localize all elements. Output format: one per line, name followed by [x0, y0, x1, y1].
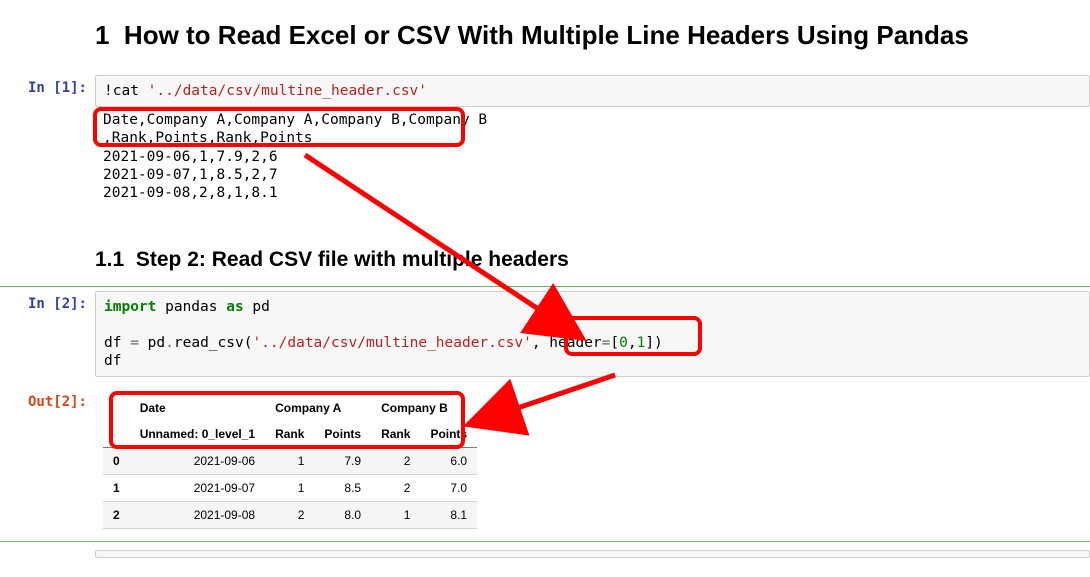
subtitle-number: 1.1: [95, 248, 124, 271]
empty-code-cell[interactable]: [95, 550, 1090, 558]
next-code-cell: [0, 550, 1090, 560]
markdown-cell-title: 1 How to Read Excel or CSV With Multiple…: [0, 0, 1090, 75]
output-cell-2: Out[2]: Date Company A Company B: [0, 389, 1090, 539]
output-cell-1: Date,Company A,Company A,Company B,Compa…: [0, 107, 1090, 206]
code-input-2[interactable]: import pandas as pd df = pd.read_csv('..…: [95, 291, 1090, 378]
subtitle-text: Step 2: Read CSV file with multiple head…: [136, 248, 569, 271]
section-subtitle: 1.1 Step 2: Read CSV file with multiple …: [95, 248, 1090, 272]
code-cell-1: In [1]: !cat '../data/csv/multine_header…: [0, 75, 1090, 107]
selected-cell-group: In [2]: import pandas as pd df = pd.read…: [0, 286, 1090, 543]
table-header-row-0: Date Company A Company B: [103, 395, 477, 421]
code-cell-2: In [2]: import pandas as pd df = pd.read…: [0, 287, 1090, 382]
title-text: How to Read Excel or CSV With Multiple L…: [124, 20, 969, 50]
prompt-out-2: Out[2]:: [0, 389, 95, 539]
dataframe-table: Date Company A Company B Unnamed: 0_leve…: [103, 395, 477, 529]
table-header-row-1: Unnamed: 0_level_1 Rank Points Rank Poin…: [103, 421, 477, 448]
output-text-1: Date,Company A,Company A,Company B,Compa…: [95, 107, 1090, 206]
prompt-in-2: In [2]:: [0, 291, 95, 378]
prompt-in-1: In [1]:: [0, 75, 95, 107]
table-row: 2 2021-09-08 2 8.0 1 8.1: [103, 502, 477, 529]
code-input-1[interactable]: !cat '../data/csv/multine_header.csv': [95, 75, 1090, 107]
markdown-cell-subtitle: 1.1 Step 2: Read CSV file with multiple …: [0, 230, 1090, 286]
page-title: 1 How to Read Excel or CSV With Multiple…: [95, 20, 1090, 51]
title-number: 1: [95, 20, 109, 50]
table-row: 1 2021-09-07 1 8.5 2 7.0: [103, 475, 477, 502]
table-row: 0 2021-09-06 1 7.9 2 6.0: [103, 448, 477, 475]
